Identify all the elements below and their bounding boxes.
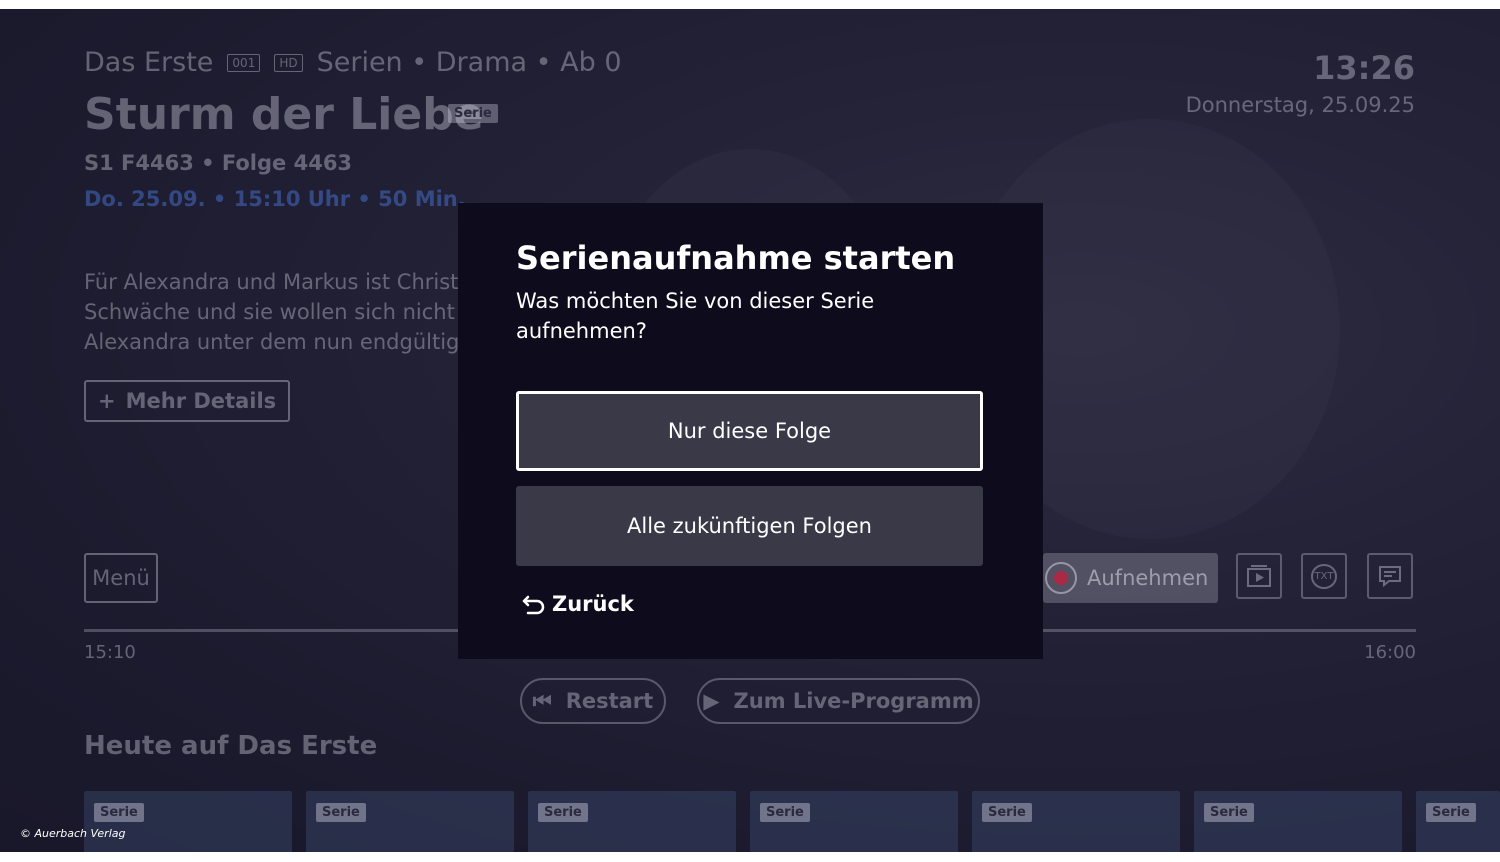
restart-button[interactable]: ⏮ Restart bbox=[520, 678, 666, 724]
tv-screen: Das Erste 001 HD Serien • Drama • Ab 0 S… bbox=[0, 9, 1500, 852]
program-tile[interactable]: Serie bbox=[1194, 791, 1402, 852]
tile-badge: Serie bbox=[760, 803, 810, 822]
channel-number-badge: 001 bbox=[227, 53, 261, 72]
tile-badge: Serie bbox=[1426, 803, 1476, 822]
show-title: Sturm der Liebe bbox=[84, 89, 484, 140]
more-details-button[interactable]: + Mehr Details bbox=[84, 380, 291, 422]
play-icon: ▶ bbox=[703, 689, 720, 713]
tile-badge: Serie bbox=[94, 803, 144, 822]
clock: 13:26 bbox=[1313, 49, 1415, 87]
program-start-time: 15:10 bbox=[84, 642, 136, 663]
back-button[interactable]: Zurück bbox=[522, 592, 634, 616]
airtime-info: Do. 25.09. • 15:10 Uhr • 50 Min. bbox=[84, 187, 466, 211]
subtitles-button[interactable] bbox=[1367, 553, 1413, 599]
back-arrow-icon bbox=[522, 595, 545, 615]
hd-badge: HD bbox=[274, 53, 303, 72]
live-program-label: Zum Live-Programm bbox=[733, 689, 974, 713]
only-this-episode-button[interactable]: Nur diese Folge bbox=[516, 391, 983, 471]
tile-badge: Serie bbox=[1204, 803, 1254, 822]
media-library-button[interactable] bbox=[1236, 553, 1282, 599]
dialog-question: Was möchten Sie von dieser Serie aufnehm… bbox=[516, 289, 875, 343]
channel-meta-row: Das Erste 001 HD Serien • Drama • Ab 0 bbox=[84, 47, 622, 78]
tile-badge: Serie bbox=[538, 803, 588, 822]
tile-badge: Serie bbox=[982, 803, 1032, 822]
program-tile[interactable]: Serie bbox=[84, 791, 292, 852]
program-tile[interactable]: Serie bbox=[528, 791, 736, 852]
genre-line: Serien • Drama • Ab 0 bbox=[316, 47, 622, 78]
episode-info: S1 F4463 • Folge 4463 bbox=[84, 151, 353, 175]
series-recording-dialog: Serienaufnahme starten Was möchten Sie v… bbox=[458, 203, 1043, 659]
menu-button[interactable]: Menü bbox=[84, 553, 158, 603]
program-tile[interactable]: Serie bbox=[972, 791, 1180, 852]
plus-icon: + bbox=[98, 389, 116, 413]
more-details-label: Mehr Details bbox=[125, 389, 277, 413]
current-date: Donnerstag, 25.09.25 bbox=[1185, 93, 1415, 117]
dialog-title: Serienaufnahme starten bbox=[516, 239, 956, 277]
back-label: Zurück bbox=[552, 592, 634, 616]
media-library-icon bbox=[1247, 565, 1271, 587]
all-future-episodes-button[interactable]: Alle zukünftigen Folgen bbox=[516, 486, 983, 566]
live-program-button[interactable]: ▶ Zum Live-Programm bbox=[697, 678, 980, 724]
program-end-time: 16:00 bbox=[1364, 642, 1416, 663]
restart-icon: ⏮ bbox=[532, 688, 552, 713]
record-icon bbox=[1045, 562, 1077, 594]
copyright-watermark: © Auerbach Verlag bbox=[20, 827, 126, 840]
record-label: Aufnehmen bbox=[1087, 566, 1209, 590]
restart-label: Restart bbox=[565, 689, 654, 713]
teletext-button[interactable]: TXT bbox=[1301, 553, 1347, 599]
section-title: Heute auf Das Erste bbox=[84, 731, 378, 761]
serie-badge: Serie bbox=[448, 104, 498, 123]
episode-description: Für Alexandra und Markus ist Christ Schw… bbox=[84, 270, 460, 354]
tile-badge: Serie bbox=[316, 803, 366, 822]
teletext-icon: TXT bbox=[1310, 563, 1338, 589]
program-tile[interactable]: Serie bbox=[1416, 791, 1500, 852]
channel-name: Das Erste bbox=[84, 47, 214, 78]
subtitles-icon bbox=[1379, 566, 1401, 588]
record-button[interactable]: Aufnehmen bbox=[1043, 553, 1218, 603]
program-tile[interactable]: Serie bbox=[750, 791, 958, 852]
program-tile[interactable]: Serie bbox=[306, 791, 514, 852]
